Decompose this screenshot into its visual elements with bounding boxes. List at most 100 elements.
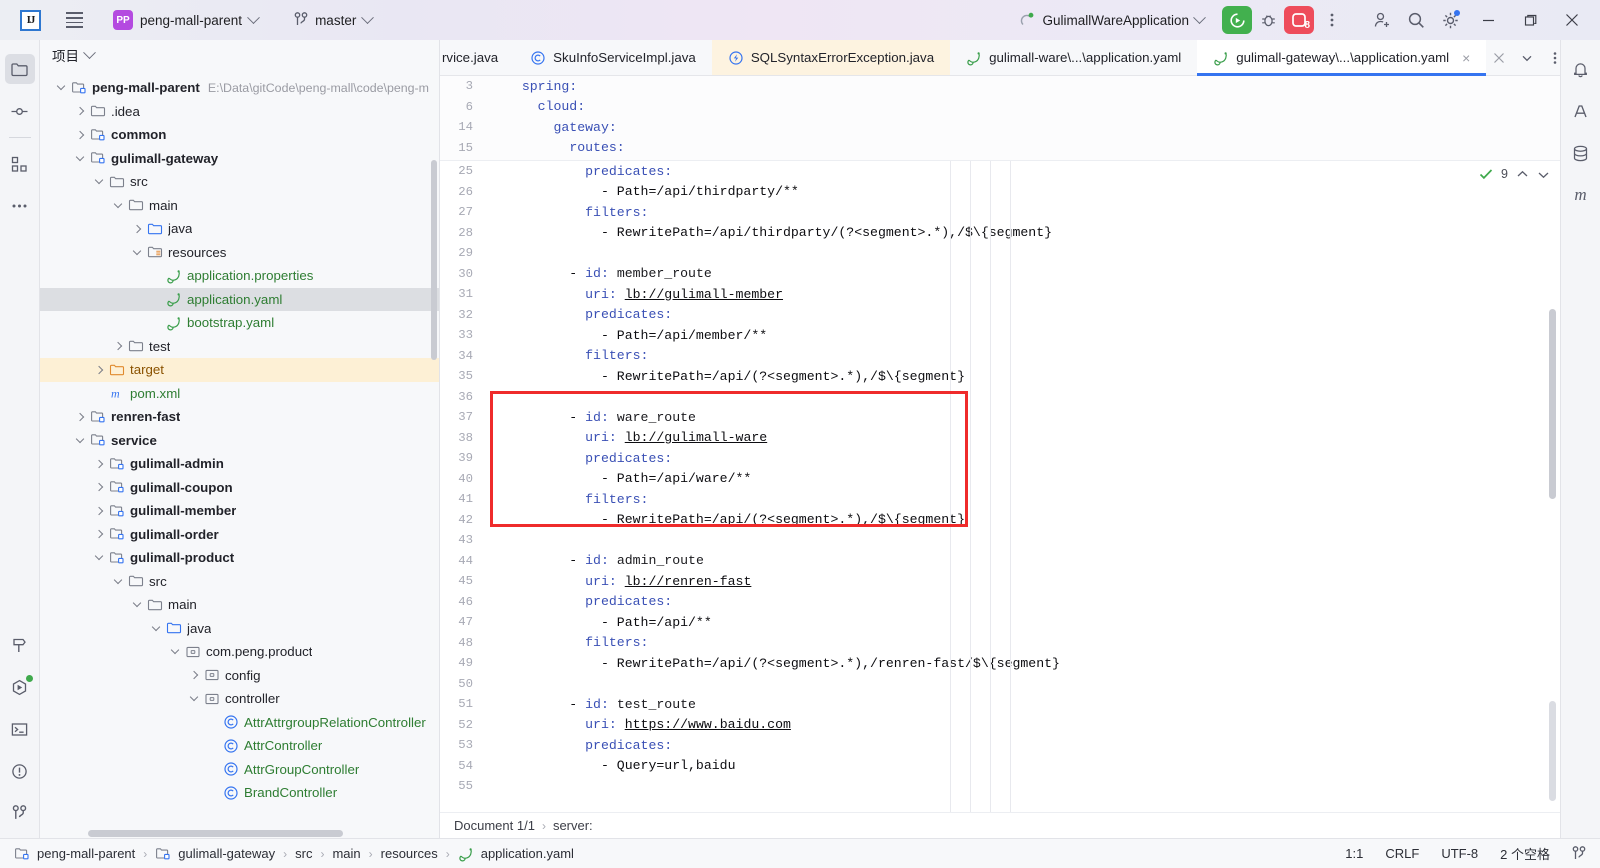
status-crumb[interactable]: resources bbox=[381, 846, 438, 861]
caret-position[interactable]: 1:1 bbox=[1345, 846, 1363, 861]
chevron-down-icon[interactable] bbox=[90, 552, 107, 561]
chevron-right-icon[interactable] bbox=[185, 671, 202, 680]
chevron-down-icon[interactable] bbox=[109, 575, 126, 584]
tree-node-attrattrgrouprelationcontroller[interactable]: AttrAttrgroupRelationController bbox=[40, 711, 439, 735]
tab-list-button[interactable] bbox=[1514, 45, 1540, 71]
chevron-right-icon[interactable] bbox=[109, 342, 126, 351]
tree-node-peng-mall-parent[interactable]: peng-mall-parent E:\Data\gitCode\peng-mal… bbox=[40, 76, 439, 100]
scroll-up-icon[interactable] bbox=[1516, 168, 1529, 181]
editor-vscrollbar-thumb-lower[interactable] bbox=[1549, 701, 1556, 801]
sidebar-item-structure[interactable] bbox=[5, 149, 35, 179]
tree-node-application-yaml[interactable]: application.yaml bbox=[40, 287, 439, 311]
tree-node-java[interactable]: java bbox=[40, 217, 439, 241]
search-icon[interactable] bbox=[1400, 5, 1432, 35]
tree-node-java[interactable]: java bbox=[40, 617, 439, 641]
chevron-down-icon[interactable] bbox=[83, 45, 96, 59]
main-menu-button[interactable] bbox=[59, 5, 89, 35]
editor-code-area[interactable]: 25 predicates: 26 - Path=/api/thirdparty/… bbox=[440, 161, 1560, 812]
more-vertical-icon[interactable] bbox=[1316, 5, 1348, 35]
tree-node-bootstrap-yaml[interactable]: bootstrap.yaml bbox=[40, 311, 439, 335]
editor-tab[interactable]: gulimall-ware\...\application.yaml bbox=[950, 40, 1197, 75]
close-icon[interactable] bbox=[1552, 5, 1592, 35]
project-tree[interactable]: peng-mall-parent E:\Data\gitCode\peng-mal… bbox=[40, 70, 439, 838]
tree-node-brandcontroller[interactable]: BrandController bbox=[40, 781, 439, 805]
sidebar-item-terminal[interactable] bbox=[5, 714, 35, 744]
sidebar-item-problems[interactable] bbox=[5, 756, 35, 786]
tree-node-resources[interactable]: resources bbox=[40, 241, 439, 265]
tree-node-renren-fast[interactable]: renren-fast bbox=[40, 405, 439, 429]
file-encoding[interactable]: UTF-8 bbox=[1441, 846, 1478, 861]
stop-button[interactable]: 8 bbox=[1284, 6, 1314, 34]
chevron-right-icon[interactable] bbox=[90, 506, 107, 515]
chevron-right-icon[interactable] bbox=[71, 107, 88, 116]
tree-node-main[interactable]: main bbox=[40, 593, 439, 617]
inspection-widget[interactable]: 9 bbox=[1479, 167, 1550, 181]
chevron-down-icon[interactable] bbox=[109, 199, 126, 208]
status-crumb[interactable]: application.yaml bbox=[458, 846, 574, 862]
tree-node-service[interactable]: service bbox=[40, 429, 439, 453]
chevron-right-icon[interactable] bbox=[90, 459, 107, 468]
database-button[interactable] bbox=[1566, 138, 1596, 168]
tree-node-controller[interactable]: controller bbox=[40, 687, 439, 711]
status-crumb[interactable]: gulimall-gateway bbox=[155, 846, 275, 862]
status-crumb[interactable]: src bbox=[295, 846, 312, 861]
indent-setting[interactable]: 2 个空格 bbox=[1500, 844, 1550, 863]
tree-node-attrgroupcontroller[interactable]: AttrGroupController bbox=[40, 758, 439, 782]
breadcrumb-node[interactable]: server: bbox=[553, 818, 593, 833]
tab-close-button[interactable] bbox=[1486, 45, 1512, 71]
line-separator[interactable]: CRLF bbox=[1385, 846, 1419, 861]
tree-node-main[interactable]: main bbox=[40, 194, 439, 218]
add-user-icon[interactable] bbox=[1366, 5, 1398, 35]
tree-node-gulimall-coupon[interactable]: gulimall-coupon bbox=[40, 476, 439, 500]
status-crumb[interactable]: main bbox=[332, 846, 360, 861]
chevron-down-icon[interactable] bbox=[71, 434, 88, 443]
editor-tab[interactable]: SQLSyntaxErrorException.java bbox=[711, 40, 951, 75]
git-branch-icon[interactable] bbox=[1572, 845, 1586, 862]
gear-icon[interactable] bbox=[1434, 5, 1466, 35]
chevron-right-icon[interactable] bbox=[90, 483, 107, 492]
tree-node-test[interactable]: test bbox=[40, 335, 439, 359]
sidebar-item-commit[interactable] bbox=[5, 96, 35, 126]
sidebar-item-more[interactable] bbox=[5, 191, 35, 221]
chevron-right-icon[interactable] bbox=[90, 365, 107, 374]
project-tree-hscrollbar-track[interactable] bbox=[40, 829, 439, 838]
editor-tab[interactable]: rvice.java bbox=[440, 40, 514, 75]
tree-node-target[interactable]: target bbox=[40, 358, 439, 382]
branch-selector[interactable]: master bbox=[288, 9, 378, 31]
breadcrumb-document[interactable]: Document 1/1 bbox=[454, 818, 535, 833]
editor-tab[interactable]: SkuInfoServiceImpl.java bbox=[514, 40, 712, 75]
chevron-right-icon[interactable] bbox=[128, 224, 145, 233]
tree-node-gulimall-admin[interactable]: gulimall-admin bbox=[40, 452, 439, 476]
chevron-down-icon[interactable] bbox=[90, 176, 107, 185]
tree-node-common[interactable]: common bbox=[40, 123, 439, 147]
chevron-down-icon[interactable] bbox=[128, 599, 145, 608]
ai-assistant-button[interactable] bbox=[1566, 96, 1596, 126]
project-tree-hscrollbar[interactable] bbox=[88, 830, 343, 837]
project-selector[interactable]: PP peng-mall-parent bbox=[107, 7, 264, 33]
chevron-down-icon[interactable] bbox=[52, 82, 69, 91]
chevron-down-icon[interactable] bbox=[147, 622, 164, 631]
minimize-icon[interactable] bbox=[1468, 5, 1508, 35]
tree-node-src[interactable]: src bbox=[40, 570, 439, 594]
tree-node--idea[interactable]: .idea bbox=[40, 100, 439, 124]
tree-node-src[interactable]: src bbox=[40, 170, 439, 194]
tree-node-pom-xml[interactable]: m pom.xml bbox=[40, 382, 439, 406]
sidebar-item-build[interactable] bbox=[5, 630, 35, 660]
tab-close-icon[interactable]: × bbox=[1462, 50, 1470, 66]
tree-node-com-peng-product[interactable]: com.peng.product bbox=[40, 640, 439, 664]
editor-tab[interactable]: gulimall-gateway\...\application.yaml × bbox=[1197, 40, 1487, 76]
debug-button[interactable] bbox=[1254, 6, 1282, 34]
tab-options-button[interactable] bbox=[1542, 45, 1568, 71]
notifications-button[interactable] bbox=[1566, 54, 1596, 84]
sidebar-item-project[interactable] bbox=[4, 54, 35, 84]
tree-node-gulimall-member[interactable]: gulimall-member bbox=[40, 499, 439, 523]
chevron-right-icon[interactable] bbox=[71, 412, 88, 421]
tree-node-attrcontroller[interactable]: AttrController bbox=[40, 734, 439, 758]
tree-node-config[interactable]: config bbox=[40, 664, 439, 688]
chevron-down-icon[interactable] bbox=[185, 693, 202, 702]
editor-vscrollbar[interactable] bbox=[1549, 309, 1556, 499]
tree-node-gulimall-product[interactable]: gulimall-product bbox=[40, 546, 439, 570]
maven-button[interactable]: m bbox=[1566, 180, 1596, 210]
sidebar-item-services[interactable] bbox=[5, 672, 35, 702]
maximize-icon[interactable] bbox=[1510, 5, 1550, 35]
